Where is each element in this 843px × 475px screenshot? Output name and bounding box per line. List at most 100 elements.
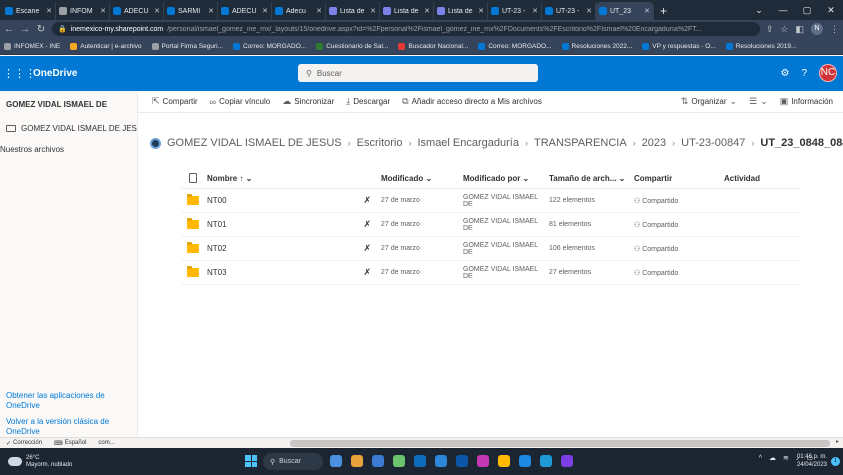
taskbar-app-icon[interactable] [435,455,447,467]
taskbar-app-icon[interactable] [414,455,426,467]
file-name[interactable]: NT01 [205,220,325,229]
tab-close-icon[interactable]: ✕ [262,7,268,15]
copy-link-button[interactable]: ∞ Copiar vínculo [210,97,271,107]
browser-tab[interactable]: Lista de ✕ [434,2,488,20]
pin-icon[interactable]: ✗ [325,267,375,278]
notification-icon[interactable]: 1 [831,457,840,466]
breadcrumb-item[interactable]: Escritorio [357,137,403,149]
share-button[interactable]: ⇱ Compartir [152,96,198,107]
browser-tab[interactable]: Escane ✕ [2,2,56,20]
back-icon[interactable]: ← [4,24,14,35]
browser-tab[interactable]: ADECU ✕ [218,2,272,20]
modified-column-header[interactable]: Modificado ⌄ [375,174,463,183]
breadcrumb-item[interactable]: UT-23-00847 [681,137,745,149]
taskbar-app-icon[interactable] [456,455,468,467]
breadcrumb-item[interactable]: GOMEZ VIDAL ISMAEL DE JESUS [167,137,342,149]
tab-close-icon[interactable]: ✕ [586,7,592,15]
taskbar-app-icon[interactable] [498,455,510,467]
tab-close-icon[interactable]: ✕ [316,7,322,15]
weather-widget[interactable]: 26°C Mayorm. nublado [8,455,72,469]
taskbar-app-icon[interactable] [330,455,342,467]
table-row[interactable]: NT02 ✗ 27 de marzo GOMEZ VIDAL ISMAEL DE 106… [181,237,801,261]
clock[interactable]: 01:46 p. m. 24/04/2023 [797,453,827,469]
browser-tab[interactable]: Adecu ✕ [272,2,326,20]
sidebar-icon[interactable]: ◧ [795,24,804,35]
taskbar-app-icon[interactable] [561,455,573,467]
browser-tab[interactable]: UT-23 - ✕ [488,2,542,20]
browser-tab[interactable]: INFOM ✕ [56,2,110,20]
share-column-header[interactable]: Compartir [634,174,724,183]
nav-our-files[interactable]: Nuestros archivos [0,145,64,154]
tab-close-icon[interactable]: ✕ [370,7,376,15]
modified-by-column-header[interactable]: Modificado por ⌄ [463,174,549,183]
browser-tab[interactable]: SARMI ✕ [164,2,218,20]
share-status[interactable]: ⚇ Compartido [634,269,724,277]
organize-button[interactable]: ⇅ Organizar ⌄ [681,96,737,107]
bookmark-item[interactable]: Autenticar | e-archivo [70,42,142,50]
help-icon[interactable]: ? [801,68,807,79]
breadcrumb-item[interactable]: Ismael Encargaduría [417,137,519,149]
browser-tab[interactable]: Lista de ✕ [326,2,380,20]
taskbar-app-icon[interactable] [540,455,552,467]
chevron-up-icon[interactable]: ^ [759,455,762,462]
share-status[interactable]: ⚇ Compartido [634,221,724,229]
settings-gear-icon[interactable]: ⚙ [780,68,789,79]
bookmark-item[interactable]: VP y respuestas - O... [642,42,716,50]
bookmark-item[interactable]: Resoluciones 2022... [561,42,632,50]
tab-close-icon[interactable]: ✕ [100,7,106,15]
minimize-button[interactable]: — [771,0,795,20]
classic-version-link[interactable]: Volver a la versión clásica de OneDrive [6,417,126,437]
tab-close-icon[interactable]: ✕ [154,7,160,15]
cloud-sync-icon[interactable]: ☁ [769,454,776,462]
table-row[interactable]: NT00 ✗ 27 de marzo GOMEZ VIDAL ISMAEL DE 122… [181,189,801,213]
share-page-icon[interactable]: ⇪ [766,24,774,35]
bookmark-item[interactable]: Buscador Nacional... [398,42,468,50]
size-column-header[interactable]: Tamaño de arch... ⌄ [549,174,634,183]
browser-tab[interactable]: UT_23 ✕ [596,2,654,20]
bookmark-item[interactable]: Correo: MORGADO... [478,42,552,50]
url-field[interactable]: 🔒 inemexico-my.sharepoint.com /personal/… [52,22,760,36]
pin-icon[interactable]: ✗ [325,243,375,254]
horizontal-scrollbar[interactable] [290,440,830,447]
sync-button[interactable]: ☁ Sincronizar [282,96,334,107]
taskbar-app-icon[interactable] [519,455,531,467]
browser-tab[interactable]: ADECU ✕ [110,2,164,20]
pin-icon[interactable]: ✗ [325,195,375,206]
breadcrumb-item[interactable]: TRANSPARENCIA [534,137,627,149]
tab-close-icon[interactable]: ✕ [478,7,484,15]
taskbar-search[interactable]: ⚲ Buscar [263,453,323,470]
bookmark-item[interactable]: INFOMEX - INE [4,42,60,50]
file-name[interactable]: NT03 [205,268,325,277]
correction-item[interactable]: ✓ Corrección [0,440,48,447]
table-row[interactable]: NT01 ✗ 27 de marzo GOMEZ VIDAL ISMAEL DE 81 … [181,213,801,237]
tab-close-icon[interactable]: ✕ [424,7,430,15]
menu-dots-icon[interactable]: ⋮ [830,24,839,35]
taskbar-app-icon[interactable] [372,455,384,467]
bookmark-item[interactable]: Correo: MORGADO... [232,42,306,50]
share-status[interactable]: ⚇ Compartido [634,245,724,253]
info-button[interactable]: ▣ Información [780,96,833,107]
download-button[interactable]: ⤓ Descargar [346,96,390,107]
breadcrumb-item[interactable]: 2023 [642,137,666,149]
tab-close-icon[interactable]: ✕ [644,7,650,15]
add-shortcut-button[interactable]: ⧉ Añadir acceso directo a Mis archivos [402,96,542,107]
nav-user-name[interactable]: GOMEZ VIDAL ISMAEL DE [6,100,107,109]
taskbar-app-icon[interactable] [477,455,489,467]
tab-close-icon[interactable]: ✕ [532,7,538,15]
pin-icon[interactable]: ✗ [325,219,375,230]
file-type-header[interactable] [181,173,205,183]
tab-close-icon[interactable]: ✕ [46,7,52,15]
view-options-button[interactable]: ☰ ⌄ [749,96,768,107]
file-name[interactable]: NT02 [205,244,325,253]
app-launcher-icon[interactable]: ⋮⋮⋮ [3,67,36,80]
new-tab-button[interactable]: + [654,2,673,20]
browser-tab[interactable]: UT-23 - ✕ [542,2,596,20]
activity-column-header[interactable]: Actividad [724,174,801,183]
tab-search-icon[interactable]: ⌄ [747,0,771,20]
forward-icon[interactable]: → [20,24,30,35]
search-input[interactable]: ⚲ Buscar [298,64,538,82]
share-status[interactable]: ⚇ Compartido [634,197,724,205]
bookmark-item[interactable]: Portal Firma Seguri... [151,42,223,50]
get-apps-link[interactable]: Obtener las aplicaciones de OneDrive [6,391,126,411]
scroll-right-icon[interactable]: ▸ [836,438,839,445]
